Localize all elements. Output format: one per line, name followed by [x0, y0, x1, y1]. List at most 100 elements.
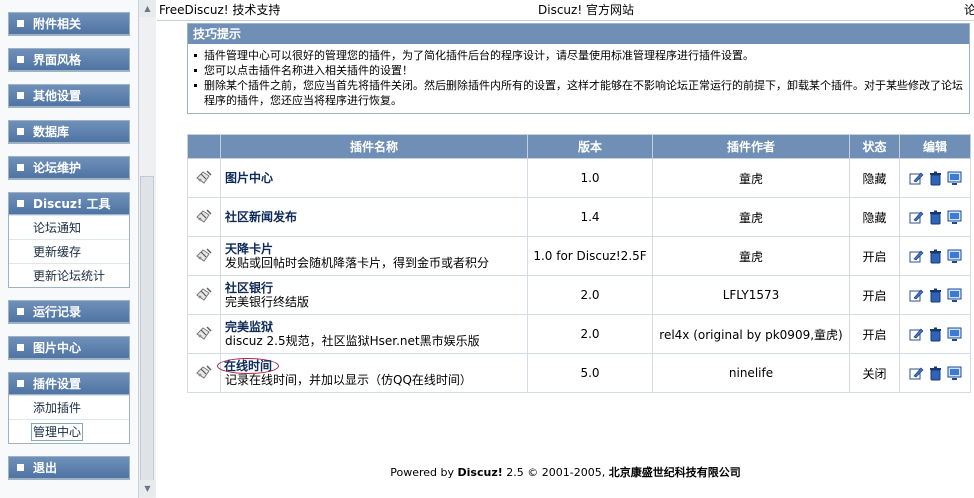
menu-head-discuz-tools[interactable]: Discuz! 工具: [9, 193, 129, 215]
manage-icon[interactable]: [947, 366, 962, 381]
plugin-edit-cell: [899, 197, 971, 237]
square-bullet-icon: [17, 164, 24, 171]
menu-head-forum-maintenance[interactable]: 论坛维护: [9, 157, 129, 179]
footer-company[interactable]: 北京康盛世纪科技有限公司: [609, 466, 741, 479]
menu-item-update-stats[interactable]: 更新论坛统计: [9, 263, 129, 287]
manage-icon[interactable]: [947, 288, 962, 303]
plugin-author: LFLY1573: [652, 275, 850, 315]
header-author: 插件作者: [652, 134, 850, 159]
plugin-icon: [195, 170, 213, 188]
plugin-name-cell: 天降卡片 发贴或回帖时会随机降落卡片，得到金币或者积分: [220, 236, 528, 276]
plugin-name-link[interactable]: 天降卡片: [225, 242, 273, 256]
edit-icon[interactable]: [909, 366, 924, 381]
table-header-row: 插件名称 版本 插件作者 状态 编辑: [187, 134, 971, 159]
plugin-edit-cell: [899, 158, 971, 198]
plugin-icon-cell: [187, 275, 221, 315]
manage-icon[interactable]: [947, 171, 962, 186]
edit-icon[interactable]: [909, 210, 924, 225]
plugin-icon: [195, 287, 213, 305]
menu-head-other-settings[interactable]: 其他设置: [9, 85, 129, 107]
menu-item-manage-center[interactable]: 管理中心: [9, 419, 129, 443]
header-edit: 编辑: [899, 134, 971, 159]
footer: Powered by Discuz! 2.5 © 2001-2005, 北京康盛…: [157, 466, 974, 480]
plugin-edit-cell: [899, 275, 971, 315]
edit-icon[interactable]: [909, 327, 924, 342]
plugin-name-link[interactable]: 社区新闻发布: [225, 210, 297, 224]
footer-version: 2.5: [506, 466, 524, 479]
plugin-name-link[interactable]: 社区银行: [225, 281, 273, 295]
plugin-icon: [195, 365, 213, 383]
plugin-icon-cell: [187, 197, 221, 237]
edit-icon[interactable]: [909, 171, 924, 186]
square-bullet-icon: [17, 464, 24, 471]
menu-block-run-log: 运行记录: [8, 300, 130, 324]
menu-head-plugin-settings[interactable]: 插件设置: [9, 373, 129, 395]
plugin-version: 5.0: [527, 353, 653, 393]
table-row: 完美监狱 discuz 2.5规范，社区监狱Hser.net黑市娱乐版 2.0 rel…: [187, 314, 971, 354]
plugin-desc: 记录在线时间，并加以显示（仿QQ在线时间）: [225, 372, 472, 387]
menu-scrollbar[interactable]: ▲ ▼: [138, 0, 156, 498]
square-bullet-icon: [17, 128, 24, 135]
plugin-name-cell: 社区新闻发布: [220, 197, 528, 237]
plugin-author: rel4x (original by pk0909,童虎): [652, 314, 850, 354]
delete-icon[interactable]: [928, 171, 943, 186]
plugin-edit-cell: [899, 353, 971, 393]
square-bullet-icon: [17, 20, 24, 27]
plugin-desc: 发贴或回帖时会随机降落卡片，得到金币或者积分: [225, 255, 490, 270]
plugin-version: 2.0: [527, 314, 653, 354]
edit-icon[interactable]: [909, 288, 924, 303]
delete-icon[interactable]: [928, 366, 943, 381]
plugin-icon-cell: [187, 353, 221, 393]
tips-list: 插件管理中心可以很好的管理您的插件，为了简化插件后台的程序设计，请尽量使用标准管…: [188, 44, 969, 108]
menu-block-logout: 退出: [8, 456, 130, 480]
plugin-author: 童虎: [652, 158, 850, 198]
scroll-down-icon[interactable]: ▼: [139, 480, 156, 497]
plugin-version: 1.0: [527, 158, 653, 198]
footer-brand[interactable]: Discuz!: [458, 466, 503, 479]
plugin-table: 插件名称 版本 插件作者 状态 编辑 图片中心 1.0 童虎 隐藏 社区新闻发布 1.4 童…: [187, 134, 971, 393]
square-bullet-icon: [17, 308, 24, 315]
menu-block-other-settings: 其他设置: [8, 84, 130, 108]
tip-line: 删除某个插件之前，您应当首先将插件关闭。然后删除插件内所有的设置，这样才能够在不…: [194, 78, 965, 108]
manage-icon[interactable]: [947, 327, 962, 342]
delete-icon[interactable]: [928, 327, 943, 342]
menu-block-forum-maintenance: 论坛维护: [8, 156, 130, 180]
forum-link-partial[interactable]: 论: [964, 0, 974, 20]
plugin-name-link[interactable]: 图片中心: [225, 171, 273, 185]
delete-icon[interactable]: [928, 288, 943, 303]
plugin-name-link[interactable]: 完美监狱: [225, 320, 273, 334]
delete-icon[interactable]: [928, 249, 943, 264]
scroll-up-icon[interactable]: ▲: [139, 0, 156, 17]
plugin-name-link[interactable]: 在线时间: [217, 357, 280, 374]
header-version: 版本: [527, 134, 653, 159]
menu-head-logout[interactable]: 退出: [9, 457, 129, 479]
plugin-desc: discuz 2.5规范，社区监狱Hser.net黑市娱乐版: [225, 333, 480, 348]
menu-item-forum-notice[interactable]: 论坛通知: [9, 215, 129, 239]
menu-head-style[interactable]: 界面风格: [9, 49, 129, 71]
scroll-thumb[interactable]: [140, 176, 154, 482]
plugin-status: 隐藏: [849, 158, 900, 198]
plugin-status: 开启: [849, 314, 900, 354]
plugin-version: 1.0 for Discuz!2.5F: [527, 236, 653, 276]
official-site-link[interactable]: Discuz! 官方网站: [538, 0, 634, 20]
menu-head-database[interactable]: 数据库: [9, 121, 129, 143]
menu-block-database: 数据库: [8, 120, 130, 144]
menu-item-add-plugin[interactable]: 添加插件: [9, 395, 129, 419]
delete-icon[interactable]: [928, 210, 943, 225]
plugin-name-cell: 社区银行 完美银行终结版: [220, 275, 528, 315]
top-link-bar: FreeDiscuz! 技术支持 Discuz! 官方网站 论: [157, 0, 974, 21]
manage-icon[interactable]: [947, 210, 962, 225]
menu-head-image-center[interactable]: 图片中心: [9, 337, 129, 359]
edit-icon[interactable]: [909, 249, 924, 264]
plugin-name-cell: 在线时间 记录在线时间，并加以显示（仿QQ在线时间）: [217, 353, 528, 393]
tips-title: 技巧提示: [188, 24, 969, 44]
tip-line: 您可以点击插件名称进入相关插件的设置！: [194, 63, 965, 78]
menu-head-attachments[interactable]: 附件相关: [9, 13, 129, 35]
support-link[interactable]: FreeDiscuz! 技术支持: [159, 0, 280, 20]
plugin-icon-cell: [187, 314, 221, 354]
table-row: 图片中心 1.0 童虎 隐藏: [187, 158, 971, 198]
manage-icon[interactable]: [947, 249, 962, 264]
menu-block-plugin-settings: 插件设置 添加插件 管理中心: [8, 372, 130, 444]
menu-head-run-log[interactable]: 运行记录: [9, 301, 129, 323]
menu-item-update-cache[interactable]: 更新缓存: [9, 239, 129, 263]
